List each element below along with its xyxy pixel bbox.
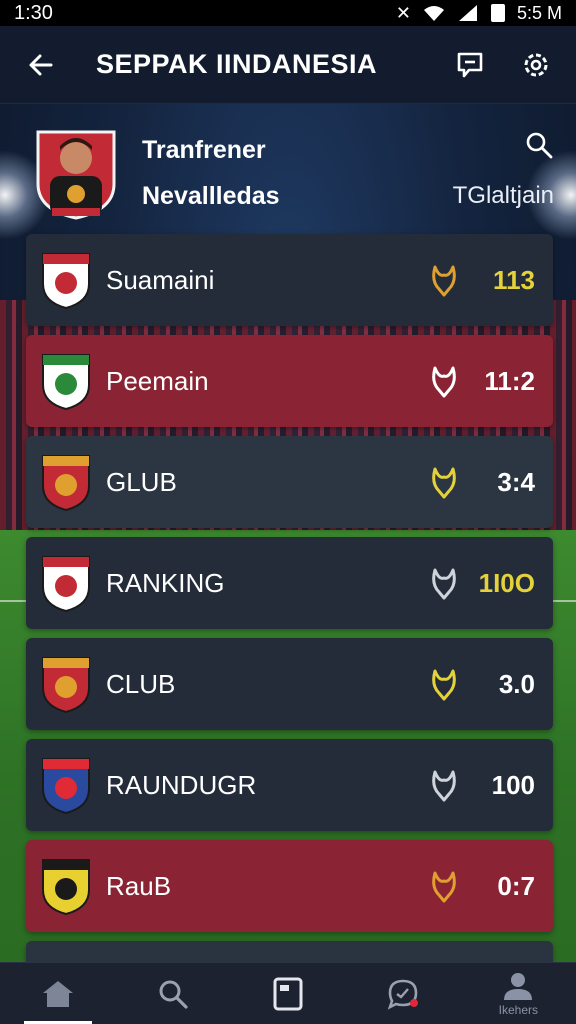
signal-icon bbox=[458, 5, 477, 21]
bottom-navigation: Ikehers bbox=[0, 962, 576, 1024]
status-bar: 1:30 ✕ 5:5 M bbox=[0, 0, 576, 26]
stat-icon bbox=[432, 871, 456, 903]
home-icon bbox=[42, 980, 73, 1007]
nav-search[interactable] bbox=[133, 966, 213, 1022]
list-item-value: 0:7 bbox=[497, 870, 535, 901]
list-item-value: 11:2 bbox=[484, 365, 535, 396]
search-icon[interactable] bbox=[524, 130, 554, 160]
status-time-right: 5:5 M bbox=[516, 2, 562, 23]
profile-icon bbox=[504, 972, 533, 1000]
header-title-line2: Nevallledas bbox=[142, 182, 280, 210]
list-item-value: 1I0O bbox=[478, 567, 535, 598]
list-item[interactable]: CLUB 3.0 bbox=[26, 638, 553, 730]
list-item[interactable]: Suamaini 113 bbox=[26, 234, 553, 326]
status-icons: ✕ 5:5 M bbox=[396, 3, 562, 24]
back-arrow-icon[interactable] bbox=[20, 51, 62, 79]
chat-button[interactable] bbox=[450, 45, 490, 85]
nav-cards[interactable] bbox=[248, 966, 328, 1022]
list-item[interactable]: RAUNDUGR 100 bbox=[26, 739, 553, 831]
gear-icon bbox=[524, 53, 548, 76]
app-title: SEPPAK IINDANESIA bbox=[96, 49, 378, 79]
battery-icon bbox=[490, 4, 505, 22]
list-item-value: 3.0 bbox=[498, 668, 535, 699]
stat-icon bbox=[432, 467, 456, 499]
nav-profile-caption: Ikehers bbox=[498, 1002, 539, 1017]
list-item-partial[interactable] bbox=[26, 941, 553, 963]
header-tag[interactable]: TGlaltjain bbox=[453, 182, 554, 210]
club-crest-icon bbox=[42, 657, 90, 714]
list-item-label: Suamaini bbox=[106, 264, 215, 295]
stat-icon bbox=[432, 265, 456, 297]
nav-profile[interactable]: Ikehers bbox=[478, 966, 558, 1022]
club-crest-icon bbox=[42, 758, 90, 815]
list-item-label: RANKING bbox=[106, 567, 225, 598]
stat-icon bbox=[432, 366, 456, 398]
card-icon bbox=[273, 977, 303, 1010]
list-item-label: GLUB bbox=[106, 466, 177, 497]
list-item-value: 113 bbox=[493, 264, 535, 295]
list-item[interactable]: Peemain 11:2 bbox=[26, 335, 553, 427]
club-crest-icon bbox=[42, 556, 90, 613]
header-title-line1: Tranfrener bbox=[142, 136, 266, 164]
nav-chat[interactable] bbox=[363, 966, 443, 1022]
stat-icon bbox=[432, 568, 456, 600]
message-icon bbox=[457, 52, 483, 77]
list-item-label: CLUB bbox=[106, 668, 176, 699]
nav-home[interactable] bbox=[18, 966, 98, 1024]
search-icon bbox=[159, 980, 188, 1009]
club-crest-icon bbox=[42, 354, 90, 411]
stat-icon bbox=[432, 669, 456, 701]
list-item-value: 3:4 bbox=[497, 466, 535, 497]
status-time-left: 1:30 bbox=[14, 1, 53, 24]
list-item[interactable]: GLUB 3:4 bbox=[26, 436, 553, 528]
list-item-label: RauB bbox=[106, 870, 172, 901]
club-crest-icon bbox=[42, 859, 90, 916]
wifi-icon bbox=[423, 6, 444, 21]
club-crest-icon bbox=[42, 253, 90, 310]
list-item[interactable]: RauB 0:7 bbox=[26, 840, 553, 932]
list-item-value: 100 bbox=[491, 769, 535, 800]
club-list: Suamaini 113 Peemain 11:2 GLUB 3:4 RANKING 1I0O… bbox=[26, 234, 553, 972]
list-item[interactable]: RANKING 1I0O bbox=[26, 537, 553, 629]
list-item-label: RAUNDUGR bbox=[106, 769, 257, 800]
app-bar: SEPPAK IINDANESIA bbox=[0, 26, 576, 104]
mute-icon: ✕ bbox=[395, 2, 411, 23]
player-avatar[interactable] bbox=[34, 124, 118, 220]
player-header: Tranfrener Nevallledas TGlaltjain bbox=[0, 110, 576, 230]
club-crest-icon bbox=[42, 455, 90, 512]
chat-icon bbox=[387, 979, 419, 1010]
settings-button[interactable] bbox=[516, 45, 556, 85]
list-item-label: Peemain bbox=[106, 365, 209, 396]
stat-icon bbox=[432, 770, 456, 802]
